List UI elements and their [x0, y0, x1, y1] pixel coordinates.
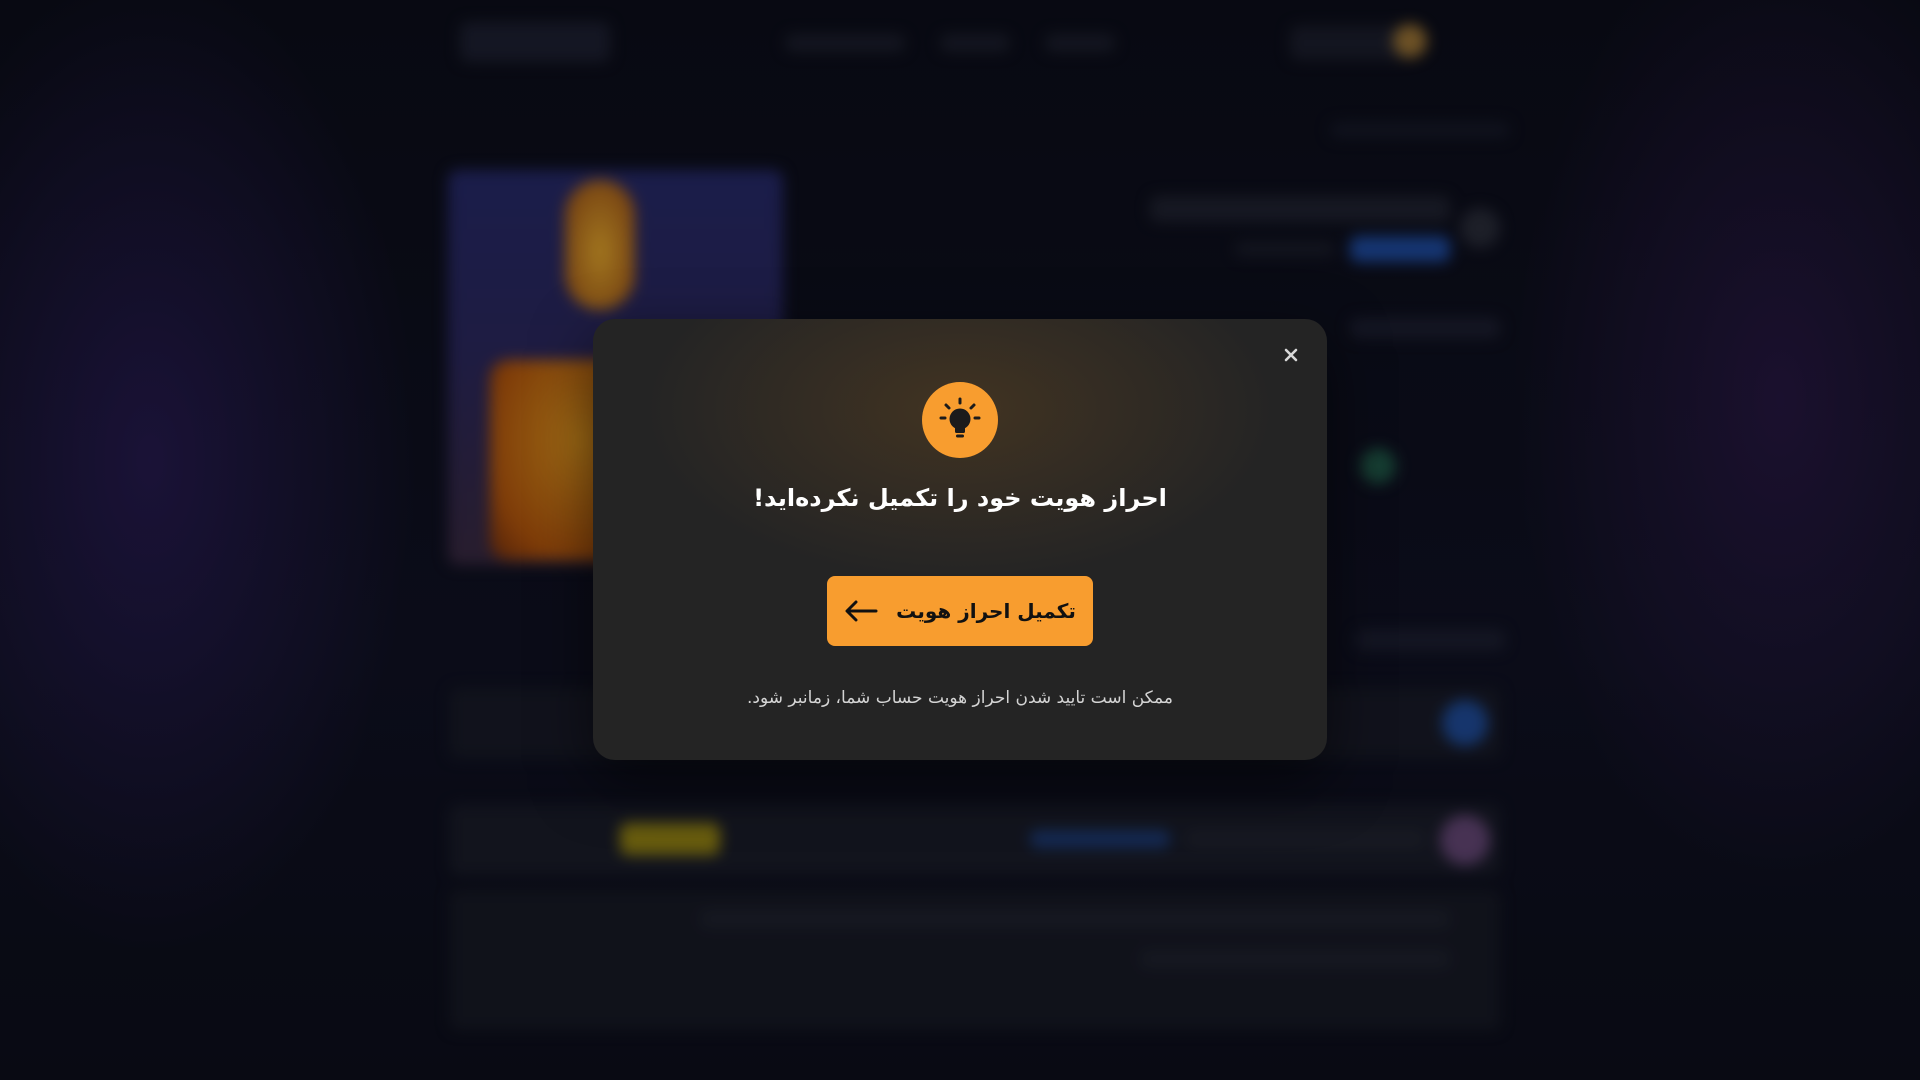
close-button[interactable]	[1281, 345, 1301, 365]
page: احراز هویت خود را تکمیل نکرده‌اید! تکمیل…	[0, 0, 1920, 1080]
complete-verification-button[interactable]: تکمیل احراز هویت	[827, 576, 1093, 646]
lightbulb-badge	[922, 382, 998, 458]
arrow-left-icon	[845, 600, 878, 622]
modal-title: احراز هویت خود را تکمیل نکرده‌اید!	[753, 484, 1167, 512]
complete-verification-label: تکمیل احراز هویت	[896, 599, 1076, 623]
lightbulb-icon	[939, 397, 981, 438]
close-icon	[1284, 348, 1298, 362]
identity-verification-modal: احراز هویت خود را تکمیل نکرده‌اید! تکمیل…	[593, 319, 1327, 760]
modal-note: ممکن است تایید شدن احراز هویت حساب شما، …	[747, 688, 1173, 708]
